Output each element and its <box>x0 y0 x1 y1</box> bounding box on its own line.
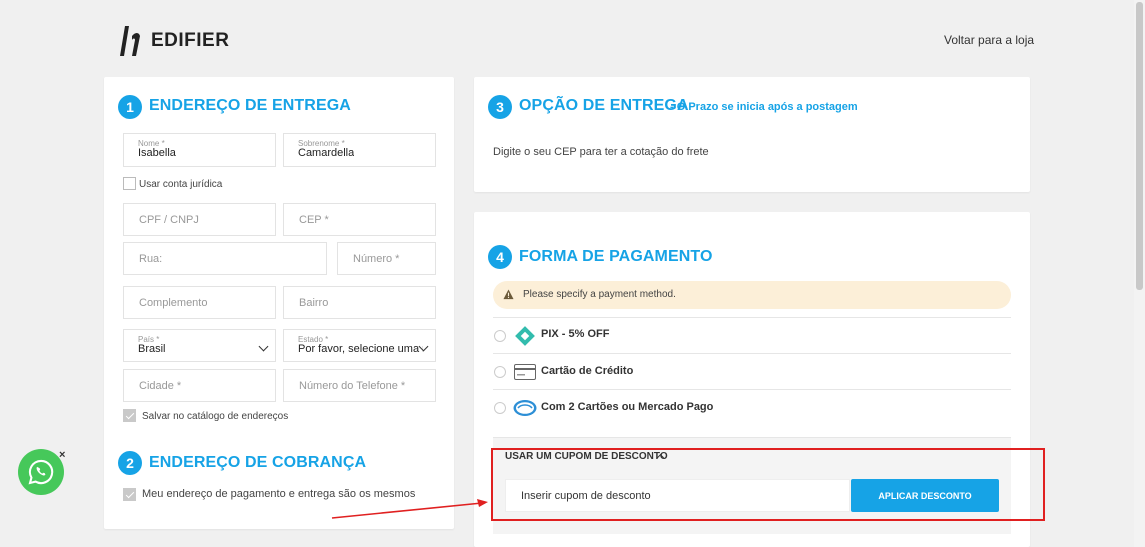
edifier-logo-icon <box>120 26 140 56</box>
mercado-pago-label[interactable]: Com 2 Cartões ou Mercado Pago <box>541 401 713 413</box>
state-value: Por favor, selecione uma re... <box>298 343 423 355</box>
district-placeholder: Bairro <box>299 296 329 309</box>
page-scrollbar-thumb[interactable] <box>1136 2 1143 290</box>
step-3-badge: 3 <box>488 95 512 119</box>
complement-placeholder: Complemento <box>139 296 208 309</box>
back-to-store-link[interactable]: Voltar para a loja <box>944 33 1034 47</box>
delivery-option-title: OPÇÃO DE ENTREGA <box>519 97 689 114</box>
city-input[interactable]: Cidade * <box>123 369 276 402</box>
warning-icon <box>503 289 514 300</box>
step-4-badge: 4 <box>488 245 512 269</box>
cpf-cnpj-input[interactable]: CPF / CNPJ <box>123 203 276 236</box>
phone-placeholder: Número do Telefone * <box>299 379 406 392</box>
cep-placeholder: CEP * <box>299 213 329 226</box>
street-placeholder: Rua: <box>139 252 163 265</box>
delivery-option-subtitle: - O Prazo se inicia após a postagem <box>670 101 858 113</box>
credit-card-radio[interactable] <box>494 366 506 378</box>
whatsapp-icon <box>28 459 54 485</box>
save-address-checkbox[interactable] <box>123 409 136 422</box>
divider <box>493 317 1011 318</box>
whatsapp-button[interactable] <box>18 449 64 495</box>
state-select[interactable]: Estado * Por favor, selecione uma re... <box>283 329 436 362</box>
close-icon[interactable]: × <box>59 449 65 461</box>
country-select[interactable]: País * Brasil <box>123 329 276 362</box>
mercado-pago-radio[interactable] <box>494 402 506 414</box>
company-account-checkbox[interactable] <box>123 177 136 190</box>
annotation-arrow-icon <box>331 499 488 519</box>
credit-card-label[interactable]: Cartão de Crédito <box>541 365 633 377</box>
shipping-address-title: ENDEREÇO DE ENTREGA <box>149 97 351 114</box>
payment-title: FORMA DE PAGAMENTO <box>519 248 713 265</box>
payment-alert: Please specify a payment method. <box>493 281 1011 309</box>
delivery-option-message: Digite o seu CEP para ter a cotação do f… <box>493 146 709 158</box>
mercado-pago-icon <box>513 400 537 416</box>
cep-input[interactable]: CEP * <box>283 203 436 236</box>
step-1-badge: 1 <box>118 95 142 119</box>
last-name-field[interactable]: Sobrenome * Camardella <box>283 133 436 167</box>
city-placeholder: Cidade * <box>139 379 182 392</box>
number-placeholder: Número * <box>353 252 400 265</box>
brand-name: EDIFIER <box>151 30 230 51</box>
company-account-label: Usar conta jurídica <box>139 179 223 190</box>
chevron-down-icon <box>258 341 269 352</box>
credit-card-icon <box>514 364 536 380</box>
phone-input[interactable]: Número do Telefone * <box>283 369 436 402</box>
number-input[interactable]: Número * <box>337 242 436 275</box>
pix-radio[interactable] <box>494 330 506 342</box>
pix-icon <box>515 326 535 346</box>
payment-alert-text: Please specify a payment method. <box>523 289 676 300</box>
save-address-label: Salvar no catálogo de endereços <box>142 411 289 422</box>
annotation-box <box>491 448 1045 521</box>
country-value: Brasil <box>138 343 166 355</box>
district-input[interactable]: Bairro <box>283 286 436 319</box>
same-address-checkbox[interactable] <box>123 488 136 501</box>
first-name-field[interactable]: Nome * Isabella <box>123 133 276 167</box>
delivery-option-card <box>474 77 1030 192</box>
step-2-badge: 2 <box>118 451 142 475</box>
divider <box>493 353 1011 354</box>
pix-label[interactable]: PIX - 5% OFF <box>541 328 609 340</box>
last-name-value: Camardella <box>298 147 355 159</box>
first-name-value: Isabella <box>138 147 176 159</box>
divider <box>493 389 1011 390</box>
street-input[interactable]: Rua: <box>123 242 327 275</box>
billing-address-title: ENDEREÇO DE COBRANÇA <box>149 454 367 471</box>
complement-input[interactable]: Complemento <box>123 286 276 319</box>
brand-logo[interactable]: EDIFIER <box>119 24 229 58</box>
cpf-placeholder: CPF / CNPJ <box>139 213 199 226</box>
